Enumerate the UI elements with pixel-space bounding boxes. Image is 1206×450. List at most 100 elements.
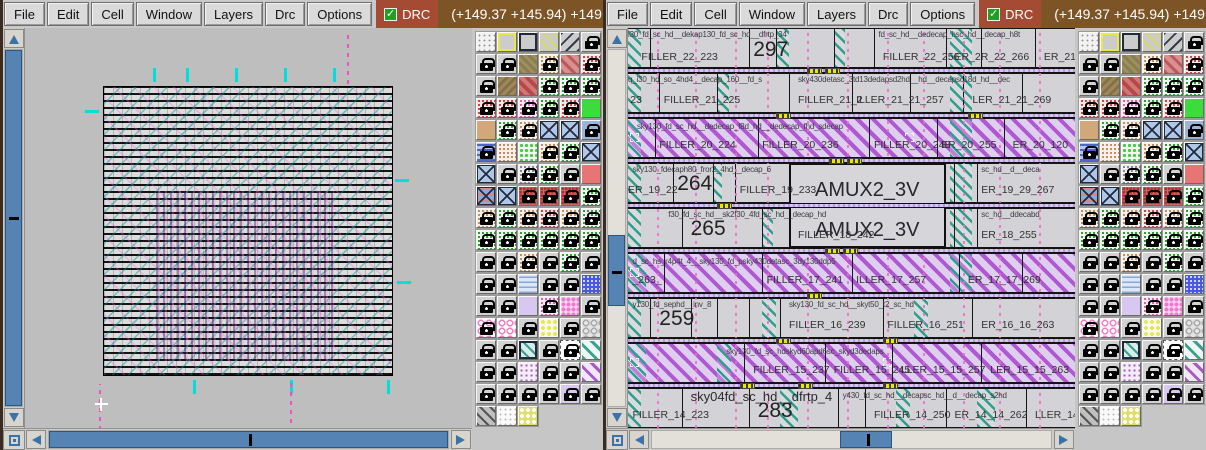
scroll-right-button[interactable] (1054, 430, 1074, 449)
layer-swatch-r11c6[interactable] (1184, 252, 1204, 272)
menu-button-layers[interactable]: Layers (204, 2, 263, 26)
layer-swatch-r15c1[interactable] (1079, 340, 1099, 360)
menu-button-file[interactable]: File (4, 2, 45, 26)
layer-swatch-r10c2[interactable] (497, 230, 517, 250)
menu-button-layers[interactable]: Layers (807, 2, 866, 26)
layer-swatch-r16c2[interactable] (497, 362, 517, 382)
layer-swatch-r12c1[interactable] (476, 274, 496, 294)
layer-swatch-r4c3[interactable] (518, 98, 538, 118)
layer-swatch-r16c6[interactable] (581, 362, 601, 382)
layer-swatch-r7c4[interactable] (539, 164, 559, 184)
menu-button-edit[interactable]: Edit (650, 2, 692, 26)
layer-swatch-r12c2[interactable] (1100, 274, 1120, 294)
layer-swatch-r3c6[interactable] (1184, 76, 1204, 96)
layer-swatch-r11c1[interactable] (476, 252, 496, 272)
layer-swatch-r13c3[interactable] (518, 296, 538, 316)
scroll-down-button[interactable] (4, 408, 24, 427)
layer-swatch-r15c4[interactable] (539, 340, 559, 360)
layer-swatch-r13c6[interactable] (581, 296, 601, 316)
layer-swatch-r2c1[interactable] (1079, 54, 1099, 74)
zoom-box-button[interactable] (606, 430, 628, 450)
drc-checkbox-icon[interactable]: ✓ (987, 8, 1000, 21)
layer-swatch-r12c3[interactable] (518, 274, 538, 294)
layer-swatch-r13c4[interactable] (1142, 296, 1162, 316)
layer-swatch-r1c5[interactable] (560, 32, 580, 52)
layer-swatch-r13c6[interactable] (1184, 296, 1204, 316)
drc-indicator[interactable]: ✓ DRC (376, 0, 438, 28)
layer-swatch-r7c1[interactable] (476, 164, 496, 184)
layer-swatch-r7c5[interactable] (1163, 164, 1183, 184)
layer-swatch-r6c3[interactable] (518, 142, 538, 162)
layer-swatch-r3c6[interactable] (581, 76, 601, 96)
layer-swatch-r9c5[interactable] (1163, 208, 1183, 228)
layer-swatch-r14c6[interactable] (1184, 318, 1204, 338)
layer-swatch-r11c4[interactable] (1142, 252, 1162, 272)
layer-swatch-r13c4[interactable] (539, 296, 559, 316)
layer-swatch-r17c3[interactable] (518, 384, 538, 404)
layer-swatch-r17c6[interactable] (581, 384, 601, 404)
layer-swatch-r9c3[interactable] (518, 208, 538, 228)
layer-swatch-r17c2[interactable] (497, 384, 517, 404)
layer-swatch-r1c1[interactable] (476, 32, 496, 52)
layer-swatch-r14c6[interactable] (581, 318, 601, 338)
chip-layout-block[interactable] (103, 86, 393, 376)
layer-swatch-r7c3[interactable] (1121, 164, 1141, 184)
layer-swatch-r6c4[interactable] (1142, 142, 1162, 162)
layer-swatch-r4c6[interactable] (1184, 98, 1204, 118)
menu-button-edit[interactable]: Edit (47, 2, 89, 26)
layer-swatch-r5c4[interactable] (539, 120, 559, 140)
layer-swatch-r15c2[interactable] (497, 340, 517, 360)
layer-swatch-r12c6[interactable] (1184, 274, 1204, 294)
layer-swatch-r6c4[interactable] (539, 142, 559, 162)
layer-swatch-r12c5[interactable] (1163, 274, 1183, 294)
layer-swatch-r15c4[interactable] (1142, 340, 1162, 360)
layer-swatch-r11c4[interactable] (539, 252, 559, 272)
layer-swatch-r18c3[interactable] (1121, 406, 1141, 426)
layer-swatch-r9c4[interactable] (539, 208, 559, 228)
layer-swatch-r15c6[interactable] (581, 340, 601, 360)
layer-swatch-r18c2[interactable] (497, 406, 517, 426)
vertical-scrollbar[interactable] (3, 28, 25, 428)
layer-swatch-r7c4[interactable] (1142, 164, 1162, 184)
layer-swatch-r12c3[interactable] (1121, 274, 1141, 294)
layer-swatch-r15c5[interactable] (560, 340, 580, 360)
layer-swatch-r5c3[interactable] (518, 120, 538, 140)
layer-swatch-r17c5[interactable] (1163, 384, 1183, 404)
layer-swatch-r1c2[interactable] (497, 32, 517, 52)
layer-swatch-r16c5[interactable] (560, 362, 580, 382)
layer-swatch-r10c4[interactable] (539, 230, 559, 250)
layer-swatch-r2c2[interactable] (497, 54, 517, 74)
layer-swatch-r8c2[interactable] (497, 186, 517, 206)
layer-swatch-r15c6[interactable] (1184, 340, 1204, 360)
layer-swatch-r10c3[interactable] (1121, 230, 1141, 250)
layer-swatch-r8c6[interactable] (581, 186, 601, 206)
layer-swatch-r4c3[interactable] (1121, 98, 1141, 118)
vertical-scroll-track[interactable] (607, 49, 626, 407)
layer-swatch-r6c2[interactable] (1100, 142, 1120, 162)
layer-swatch-r1c4[interactable] (539, 32, 559, 52)
layer-swatch-r1c4[interactable] (1142, 32, 1162, 52)
layer-swatch-r13c5[interactable] (560, 296, 580, 316)
layer-swatch-r2c3[interactable] (518, 54, 538, 74)
layer-swatch-r8c3[interactable] (518, 186, 538, 206)
layer-swatch-r14c3[interactable] (518, 318, 538, 338)
layer-swatch-r3c2[interactable] (497, 76, 517, 96)
layer-swatch-r14c3[interactable] (1121, 318, 1141, 338)
layer-swatch-r8c2[interactable] (1100, 186, 1120, 206)
scroll-down-button[interactable] (607, 408, 627, 427)
layer-swatch-r5c4[interactable] (1142, 120, 1162, 140)
layer-swatch-r9c1[interactable] (1079, 208, 1099, 228)
layer-swatch-r14c5[interactable] (1163, 318, 1183, 338)
layer-swatch-r18c1[interactable] (1079, 406, 1099, 426)
layer-swatch-r17c4[interactable] (1142, 384, 1162, 404)
layer-swatch-r16c2[interactable] (1100, 362, 1120, 382)
layer-swatch-r5c5[interactable] (1163, 120, 1183, 140)
layer-swatch-r1c1[interactable] (1079, 32, 1099, 52)
layer-swatch-r13c2[interactable] (497, 296, 517, 316)
layer-swatch-r10c4[interactable] (1142, 230, 1162, 250)
layer-swatch-r3c4[interactable] (539, 76, 559, 96)
layer-swatch-r9c6[interactable] (1184, 208, 1204, 228)
layout-canvas-overview[interactable] (25, 28, 472, 428)
horizontal-scrollbar[interactable] (606, 428, 1075, 450)
layer-swatch-r12c4[interactable] (1142, 274, 1162, 294)
